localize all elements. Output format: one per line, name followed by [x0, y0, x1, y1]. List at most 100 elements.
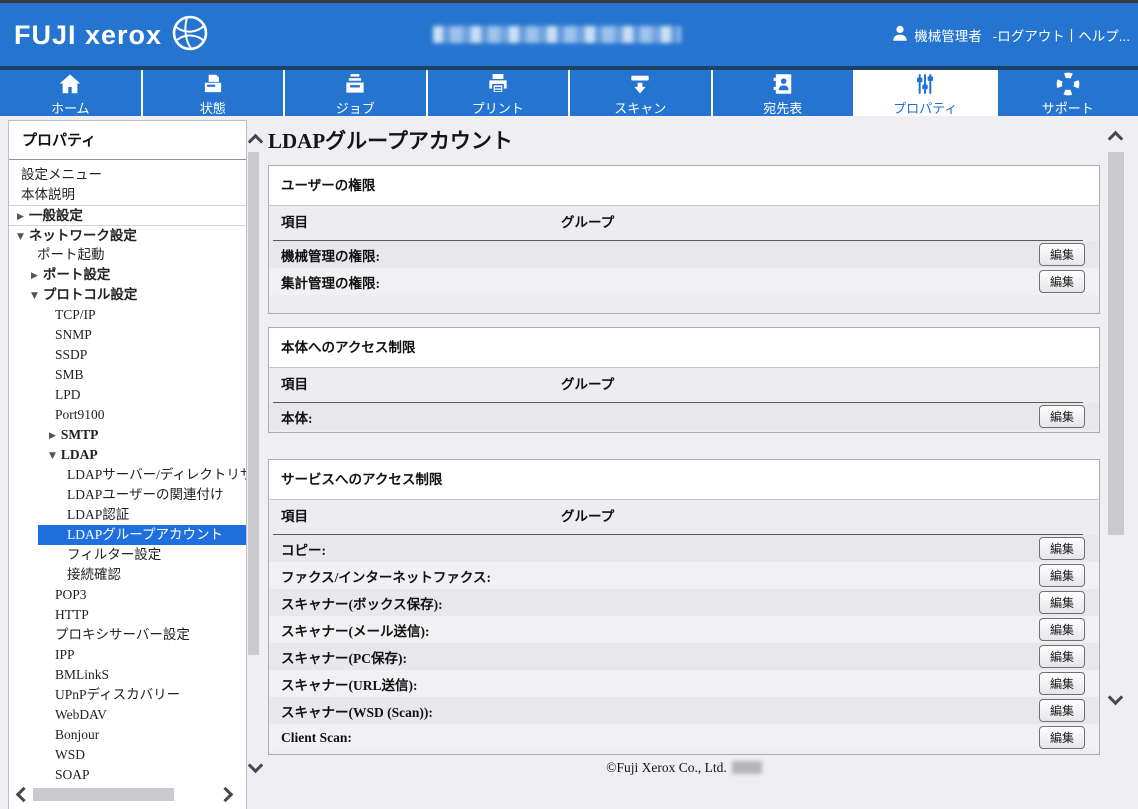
sidebar-item-upnp-discovery[interactable]: UPnPディスカバリー [9, 685, 246, 705]
row-label-copy: コピー: [281, 539, 326, 559]
sidebar-item-proxy-server[interactable]: プロキシサーバー設定 [9, 625, 246, 645]
column-header-row: 項目 グループ [269, 500, 1099, 535]
copyright-year-redacted [732, 761, 762, 774]
logout-link[interactable]: -ログアウト [993, 25, 1065, 45]
sidebar-item-protocol-settings[interactable]: プロトコル設定 [9, 285, 246, 305]
sidebar-item-bonjour[interactable]: Bonjour [9, 725, 246, 745]
sidebar-item-webdav[interactable]: WebDAV [9, 705, 246, 725]
tab-support[interactable]: サポート [996, 70, 1138, 116]
copyright-text: ©Fuji Xerox Co., Ltd. [606, 760, 727, 775]
tab-status[interactable]: 状態 [141, 70, 284, 116]
properties-icon [912, 71, 938, 97]
sidebar-item-settings-menu[interactable]: 設定メニュー [9, 165, 246, 185]
section-device-access-restriction: 本体へのアクセス制限 項目 グループ 本体: 編集 [268, 327, 1100, 433]
content-scroll-up-icon[interactable] [1108, 131, 1124, 147]
help-link[interactable]: ヘルプ... [1078, 25, 1130, 45]
sidebar-item-ldap-auth[interactable]: LDAP認証 [9, 505, 246, 525]
sidebar-item-device-description[interactable]: 本体説明 [9, 185, 246, 205]
column-group-header: グループ [561, 206, 614, 240]
sidebar-item-lpd[interactable]: LPD [9, 385, 246, 405]
edit-button[interactable]: 編集 [1039, 537, 1085, 560]
edit-button[interactable]: 編集 [1039, 699, 1085, 722]
sidebar-item-filter-settings[interactable]: フィルター設定 [9, 545, 246, 565]
tab-print[interactable]: プリント [426, 70, 569, 116]
edit-button[interactable]: 編集 [1039, 405, 1085, 428]
sidebar-item-port9100[interactable]: Port9100 [9, 405, 246, 425]
table-row: スキャナー(ボックス保存): 編集 [269, 589, 1099, 616]
tab-label: プリント [472, 98, 524, 117]
section-user-permissions: ユーザーの権限 項目 グループ 機械管理の権限: 編集 集計管理の権限: 編集 [268, 165, 1100, 314]
brand-logo: FUJI xerox [14, 14, 209, 57]
tab-address-book[interactable]: 宛先表 [711, 70, 854, 116]
edit-button[interactable]: 編集 [1039, 672, 1085, 695]
content-scroll-down-icon[interactable] [1108, 690, 1124, 706]
sidebar-item-general-settings[interactable]: 一般設定 [9, 205, 246, 225]
sidebar-item-ldap-group-account[interactable]: LDAPグループアカウント [38, 525, 246, 545]
sidebar-item-pop3[interactable]: POP3 [9, 585, 246, 605]
sidebar-item-network-settings[interactable]: ネットワーク設定 [9, 225, 246, 245]
column-item-header: 項目 [281, 368, 308, 402]
support-icon [1055, 71, 1081, 97]
row-label-client-scan: Client Scan: [281, 730, 352, 746]
sidebar-item-tcpip[interactable]: TCP/IP [9, 305, 246, 325]
sidebar-item-ipp[interactable]: IPP [9, 645, 246, 665]
table-row: スキャナー(WSD (Scan)): 編集 [269, 697, 1099, 724]
jobs-icon [342, 71, 368, 97]
tab-label: プロパティ [893, 98, 957, 117]
column-group-header: グループ [561, 500, 614, 534]
sidebar-vertical-scrollbar-thumb[interactable] [248, 152, 259, 655]
edit-button[interactable]: 編集 [1039, 618, 1085, 641]
sidebar-item-snmp[interactable]: SNMP [9, 325, 246, 345]
edit-button[interactable]: 編集 [1039, 564, 1085, 587]
brand-text: FUJI xerox [14, 20, 162, 51]
column-group-header: グループ [561, 368, 614, 402]
sidebar-item-connection-test[interactable]: 接続確認 [9, 565, 246, 585]
tab-label: 状態 [200, 98, 226, 117]
edit-button[interactable]: 編集 [1039, 645, 1085, 668]
tab-label: ホーム [51, 98, 90, 117]
section-title: ユーザーの権限 [269, 166, 1099, 206]
properties-sidebar: プロパティ 設定メニュー 本体説明 一般設定 ネットワーク設定 ポート起動 ポー… [8, 120, 247, 809]
table-row: スキャナー(PC保存): 編集 [269, 643, 1099, 670]
tab-home[interactable]: ホーム [0, 70, 141, 116]
table-row: 機械管理の権限: 編集 [269, 241, 1099, 268]
content-vertical-scrollbar-thumb[interactable] [1108, 152, 1124, 535]
edit-button[interactable]: 編集 [1039, 726, 1085, 749]
user-icon [891, 24, 909, 45]
sidebar-item-http[interactable]: HTTP [9, 605, 246, 625]
table-row: スキャナー(URL送信): 編集 [269, 670, 1099, 697]
row-label-scanner-pc-save: スキャナー(PC保存): [281, 647, 407, 667]
section-title: 本体へのアクセス制限 [269, 328, 1099, 368]
sidebar-item-port-activation[interactable]: ポート起動 [9, 245, 246, 265]
sidebar-scroll-up-icon[interactable] [248, 134, 264, 150]
sidebar-item-smtp[interactable]: SMTP [9, 425, 246, 445]
sidebar-item-wsd[interactable]: WSD [9, 745, 246, 765]
address-book-icon [770, 71, 796, 97]
sidebar-item-ssdp[interactable]: SSDP [9, 345, 246, 365]
sidebar-scroll-down-icon[interactable] [248, 758, 264, 774]
main-tab-bar: ホーム 状態 ジョブ [0, 66, 1138, 116]
tab-jobs[interactable]: ジョブ [283, 70, 426, 116]
sidebar-item-soap[interactable]: SOAP [9, 765, 246, 785]
row-label-machine-admin-authority: 機械管理の権限: [281, 245, 380, 265]
link-divider: | [1070, 27, 1074, 42]
sidebar-item-bmlinks[interactable]: BMLinkS [9, 665, 246, 685]
settings-tree: 設定メニュー 本体説明 一般設定 ネットワーク設定 ポート起動 ポート設定 プロ… [9, 160, 246, 805]
edit-button[interactable]: 編集 [1039, 270, 1085, 293]
sidebar-item-ldap-server-directory[interactable]: LDAPサーバー/ディレクトリサ [9, 465, 246, 485]
edit-button[interactable]: 編集 [1039, 591, 1085, 614]
edit-button[interactable]: 編集 [1039, 243, 1085, 266]
table-row: ファクス/インターネットファクス: 編集 [269, 562, 1099, 589]
column-header-row: 項目 グループ [269, 206, 1099, 241]
sidebar-horizontal-scrollbar-thumb[interactable] [33, 788, 174, 801]
sidebar-item-port-settings[interactable]: ポート設定 [9, 265, 246, 285]
sidebar-item-ldap-user-mapping[interactable]: LDAPユーザーの関連付け [9, 485, 246, 505]
section-service-access-restriction: サービスへのアクセス制限 項目 グループ コピー: 編集 ファクス/インターネッ… [268, 459, 1100, 755]
sidebar-item-smb[interactable]: SMB [9, 365, 246, 385]
row-label-device: 本体: [281, 407, 313, 427]
sidebar-item-ldap[interactable]: LDAP [9, 445, 246, 465]
tab-properties[interactable]: プロパティ [853, 70, 996, 116]
tab-label: スキャン [614, 98, 666, 117]
column-item-header: 項目 [281, 500, 308, 534]
tab-scan[interactable]: スキャン [568, 70, 711, 116]
